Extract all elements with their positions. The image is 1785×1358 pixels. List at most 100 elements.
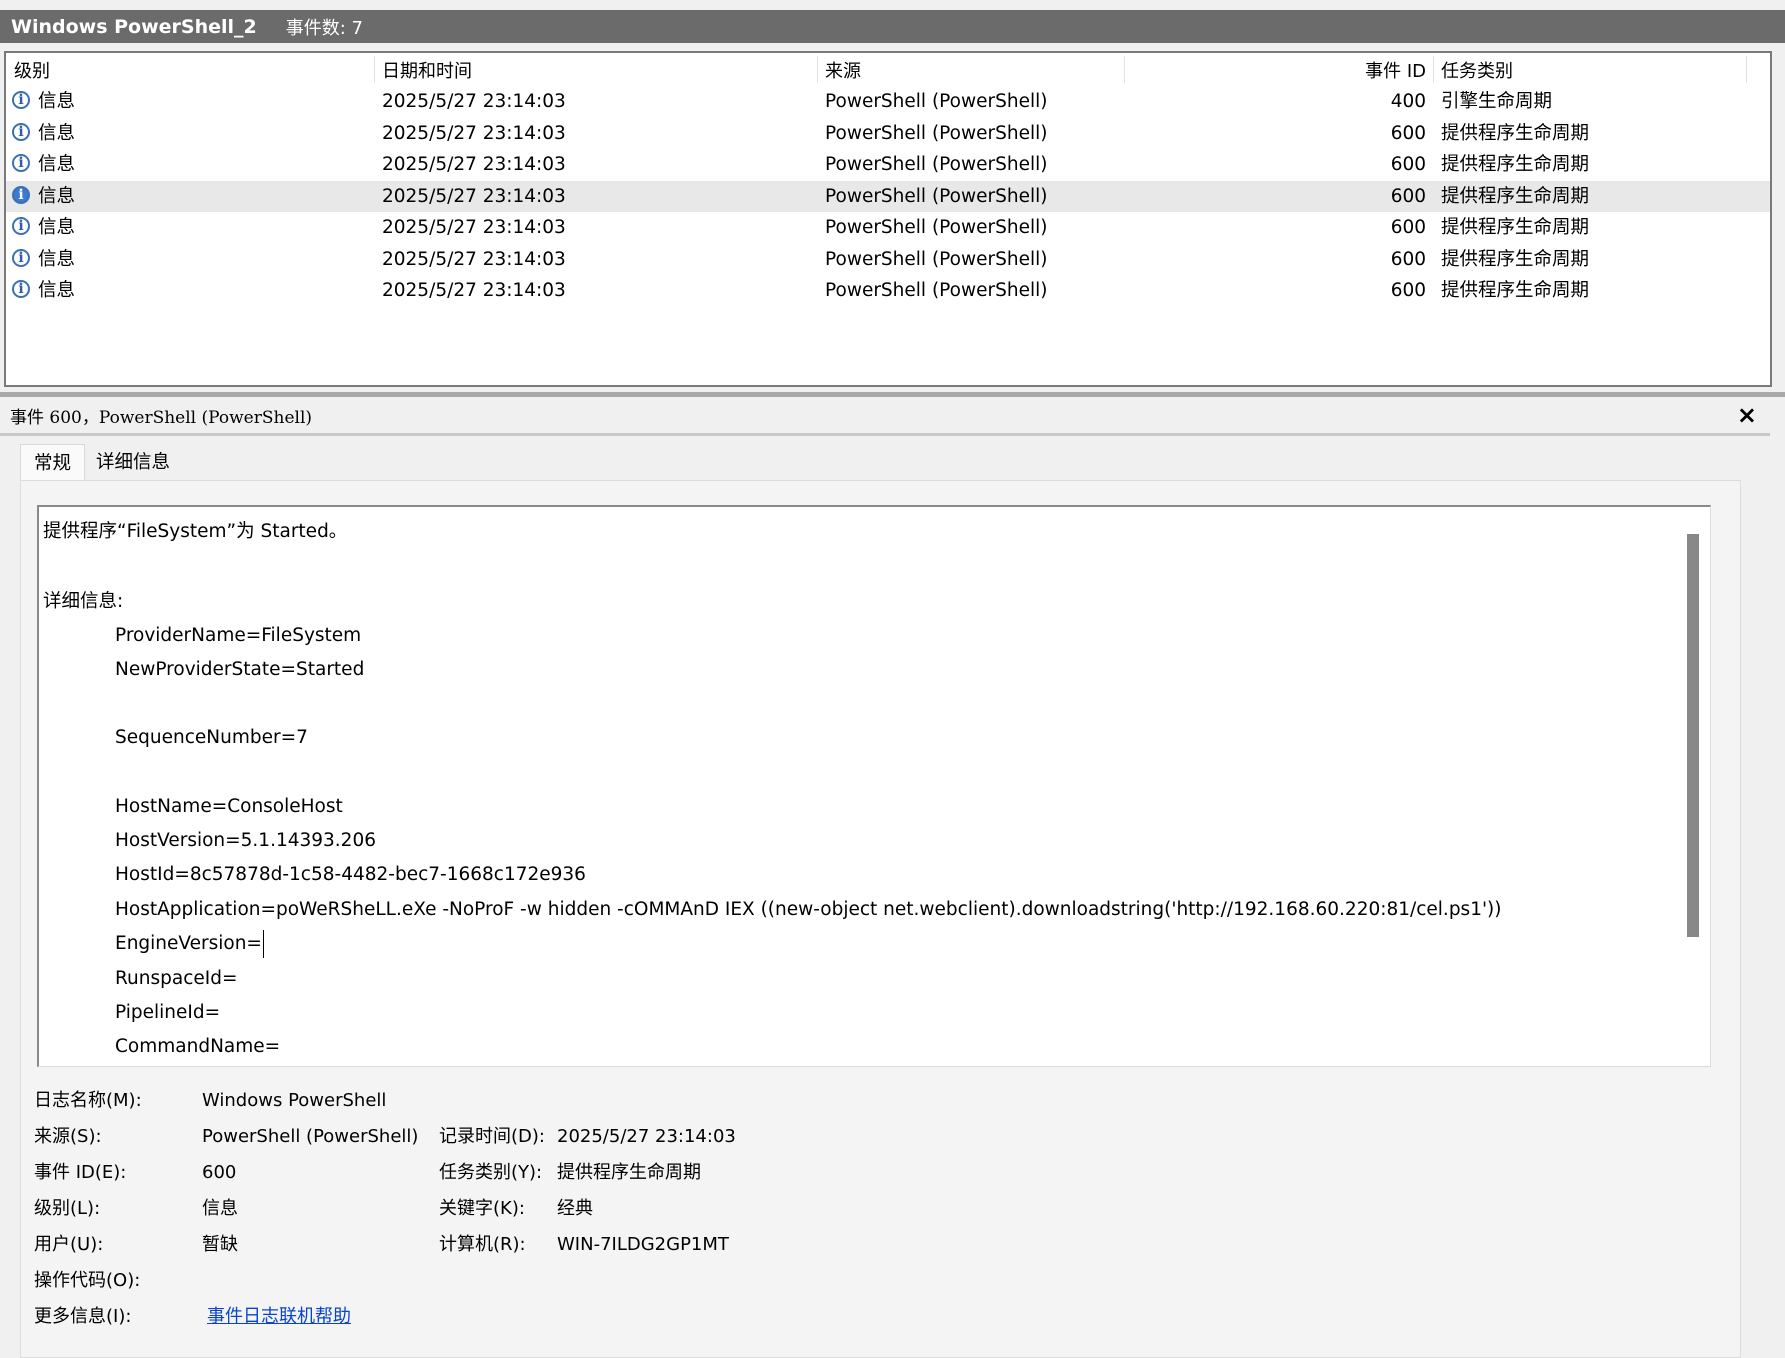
event-id: 400 [1390,91,1426,112]
text-caret [262,930,265,958]
column-separator[interactable] [1746,56,1747,83]
column-header-event-id[interactable]: 事件 ID [1126,53,1426,86]
info-icon: i [12,91,30,109]
column-header-datetime[interactable]: 日期和时间 [382,53,472,86]
event-row-selected[interactable]: i 信息 2025/5/27 23:14:03 PowerShell (Powe… [6,180,1770,212]
event-level: 信息 [38,122,76,144]
info-icon: i [12,185,30,204]
log-name-label: 日志名称(M): [34,1090,142,1111]
event-task-category: 提供程序生命周期 [1441,280,1590,301]
info-icon: i [12,122,30,141]
event-id: 600 [1390,280,1426,301]
event-row[interactable]: i 信息 2025/5/27 23:14:03 PowerShell (Powe… [6,244,1770,276]
keywords-label: 关键字(K): [439,1198,525,1219]
event-source: PowerShell (PowerShell) [825,248,1048,270]
event-id: 600 [1390,122,1426,144]
event-datetime: 2025/5/27 23:14:03 [382,122,566,144]
event-id-label: 事件 ID(E): [34,1162,127,1183]
log-name-value: Windows PowerShell [202,1090,387,1111]
computer-label: 计算机(R): [439,1234,526,1255]
event-datetime: 2025/5/27 23:14:03 [382,185,566,207]
info-icon: i [12,248,30,267]
task-category-label: 任务类别(Y): [439,1162,543,1183]
event-row[interactable]: i 信息 2025/5/27 23:14:03 PowerShell (Powe… [6,275,1770,307]
event-list-header: 级别 日期和时间 来源 事件 ID 任务类别 [6,53,1770,86]
computer-value: WIN-7ILDG2GP1MT [557,1234,729,1255]
level-value: 信息 [202,1198,238,1219]
event-task-category: 引擎生命周期 [1441,91,1553,112]
event-source: PowerShell (PowerShell) [825,185,1048,207]
event-source: PowerShell (PowerShell) [825,122,1048,144]
event-count: 事件数: 7 [285,17,364,39]
event-id: 600 [1390,248,1426,270]
event-list[interactable]: 级别 日期和时间 来源 事件 ID 任务类别 i 信息 2025/5/27 23… [4,51,1772,387]
event-source: PowerShell (PowerShell) [825,217,1048,238]
description-line-host-application: HostApplication=poWeRSheLL.eXe -NoProF -… [115,899,1502,920]
event-id: 600 [1390,217,1426,238]
details-label: 详细信息: [43,591,124,612]
event-source: PowerShell (PowerShell) [825,91,1048,112]
info-icon: i [12,154,30,172]
event-task-category: 提供程序生命周期 [1441,217,1590,238]
more-info-label: 更多信息(I): [34,1306,132,1327]
description-line-engine-version: EngineVersion= [115,927,265,961]
description-line: PipelineId= [115,1002,221,1023]
event-datetime: 2025/5/27 23:14:03 [382,280,566,301]
column-separator[interactable] [817,56,818,83]
description-line: HostId=8c57878d-1c58-4482-bec7-1668c172e… [115,864,586,885]
column-header-source[interactable]: 来源 [825,53,861,86]
event-task-category: 提供程序生命周期 [1441,122,1590,144]
log-title: Windows PowerShell_2 [11,15,257,38]
event-datetime: 2025/5/27 23:14:03 [382,91,566,112]
task-category-value: 提供程序生命周期 [557,1162,701,1183]
column-separator[interactable] [1433,56,1434,83]
description-line: NewProviderState=Started [115,659,365,680]
description-summary: 提供程序“FileSystem”为 Started。 [43,521,348,542]
event-source: PowerShell (PowerShell) [825,154,1048,175]
detail-title: 事件 600，PowerShell (PowerShell) [10,408,313,428]
keywords-value: 经典 [557,1198,593,1219]
event-source: PowerShell (PowerShell) [825,280,1048,301]
event-level: 信息 [38,154,76,175]
description-scrollbar[interactable] [1684,510,1701,1066]
event-level: 信息 [38,248,76,270]
event-description-box[interactable]: 提供程序“FileSystem”为 Started。 详细信息: Provide… [37,505,1711,1067]
event-row[interactable]: i 信息 2025/5/27 23:14:03 PowerShell (Powe… [6,118,1770,150]
source-label: 来源(S): [34,1126,102,1147]
log-title-bar: Windows PowerShell_2 事件数: 7 [0,10,1785,43]
divider [0,433,1770,436]
event-datetime: 2025/5/27 23:14:03 [382,217,566,238]
info-icon: i [12,217,30,235]
level-label: 级别(L): [34,1198,101,1219]
source-value: PowerShell (PowerShell) [202,1126,419,1147]
description-line: HostName=ConsoleHost [115,796,343,817]
tab-general[interactable]: 常规 [20,444,86,480]
close-icon[interactable]: × [1737,401,1757,429]
user-value: 暂缺 [202,1234,238,1255]
column-header-task-category[interactable]: 任务类别 [1441,53,1513,86]
column-header-level[interactable]: 级别 [14,53,50,86]
detail-tabs: 常规 详细信息 [20,444,181,480]
event-row[interactable]: i 信息 2025/5/27 23:14:03 PowerShell (Powe… [6,86,1770,118]
event-level: 信息 [38,185,76,207]
scrollbar-thumb[interactable] [1687,534,1699,937]
description-line: SequenceNumber=7 [115,727,308,748]
column-separator[interactable] [1124,56,1125,83]
description-line: RunspaceId= [115,968,238,989]
pane-splitter[interactable] [0,392,1785,397]
detail-pane-header: 事件 600，PowerShell (PowerShell) × [0,399,1785,432]
event-level: 信息 [38,91,76,112]
column-separator[interactable] [374,56,375,83]
event-datetime: 2025/5/27 23:14:03 [382,154,566,175]
event-level: 信息 [38,217,76,238]
engine-version-text: EngineVersion= [115,933,262,954]
description-line: HostVersion=5.1.14393.206 [115,830,376,851]
event-id-value: 600 [202,1162,237,1183]
event-log-online-help-link[interactable]: 事件日志联机帮助 [207,1300,351,1334]
tab-details[interactable]: 详细信息 [85,444,181,480]
event-datetime: 2025/5/27 23:14:03 [382,248,566,270]
event-id: 600 [1390,185,1426,207]
event-row[interactable]: i 信息 2025/5/27 23:14:03 PowerShell (Powe… [6,149,1770,181]
event-task-category: 提供程序生命周期 [1441,154,1590,175]
event-row[interactable]: i 信息 2025/5/27 23:14:03 PowerShell (Powe… [6,212,1770,244]
